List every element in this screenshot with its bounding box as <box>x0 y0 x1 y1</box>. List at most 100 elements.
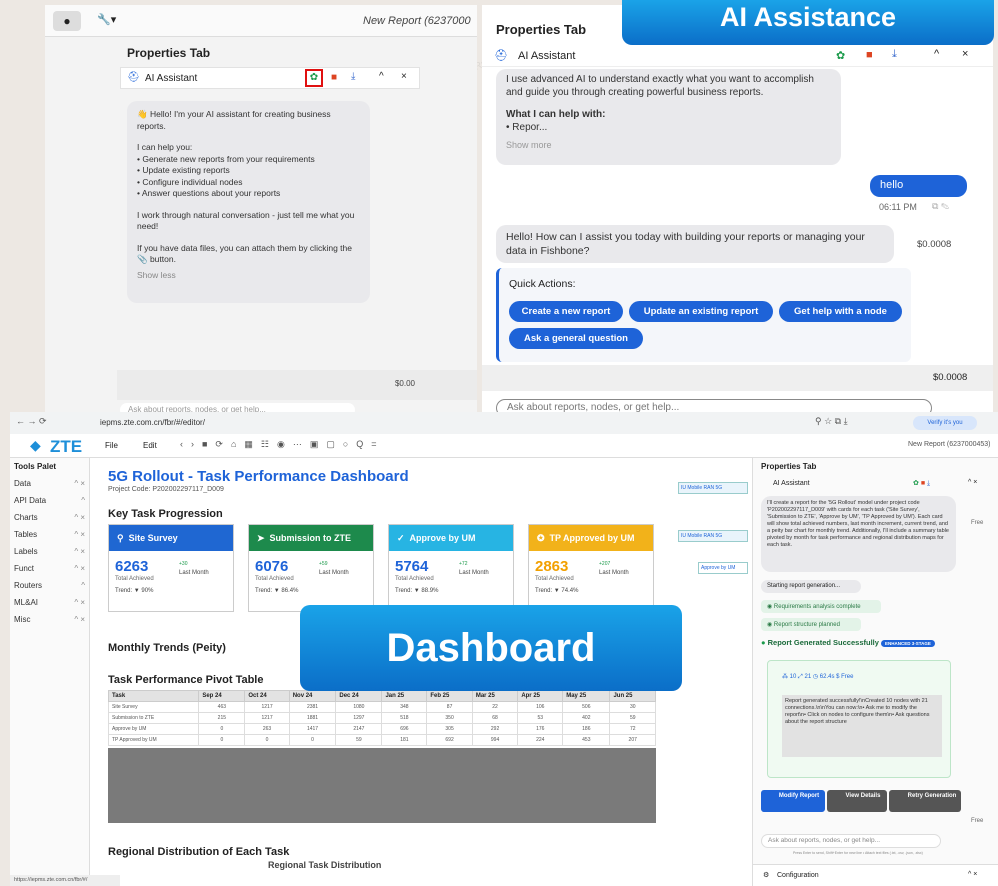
wrench-icon[interactable]: 🔧▾ <box>97 13 116 26</box>
pivot-cell: 0 <box>244 734 290 746</box>
plan-message: I'll create a report for the '5G Rollout… <box>761 496 956 572</box>
sidebar-item-routers[interactable]: Routers ^ <box>10 577 89 594</box>
settings-icon[interactable]: ✿ <box>305 69 323 87</box>
back-icon[interactable]: ← → ⟳ <box>16 416 47 427</box>
pivot-cell: 263 <box>244 723 290 735</box>
award-icon: ✪ <box>537 532 545 543</box>
pivot-header-cell[interactable]: Jan 25 <box>381 690 428 702</box>
pivot-header-cell[interactable]: Sep 24 <box>198 690 246 702</box>
settings-icon[interactable]: ✿ ■ ⤓ <box>913 479 930 488</box>
quick-actions: Quick Actions: Create a new report Updat… <box>496 268 911 362</box>
card-row: ⚲ Site Survey 6263 Total Achieved +30 Las… <box>108 524 668 612</box>
card-trend: Trend: ▼ 88.9% <box>395 588 439 594</box>
configuration-label: Configuration <box>777 872 819 879</box>
card-total-label: Total Achieved <box>115 576 154 582</box>
user-message: hello <box>870 175 967 197</box>
close-icon[interactable]: × <box>401 71 407 82</box>
total-cost: $0.0008 <box>933 372 968 383</box>
card-trend: Trend: ▼ 90% <box>115 588 154 594</box>
report-title: New Report (6237000 <box>363 15 471 27</box>
table-row: Submission to ZTE 215 1217 1881 1297 518 350 68… <box>107 712 656 724</box>
configuration-bar[interactable]: ⚙ Configuration ^ × <box>753 864 998 886</box>
collapse-icon[interactable]: ^ <box>379 71 384 82</box>
sidebar-item-mlai[interactable]: ML&AI ^ × <box>10 594 89 611</box>
pivot-cell: 186 <box>562 723 611 735</box>
pivot-header-cell[interactable]: May 25 <box>562 690 611 702</box>
card-total-label: Total Achieved <box>255 576 294 582</box>
sidebar-item-misc[interactable]: Misc ^ × <box>10 611 89 628</box>
card-header: ✓ Approve by UM <box>389 525 513 551</box>
view-details-button[interactable]: View Details <box>827 790 887 812</box>
create-report-button[interactable]: Create a new report <box>509 301 623 322</box>
pivot-cell: Site Survey <box>107 701 200 713</box>
update-report-button[interactable]: Update an existing report <box>629 301 773 322</box>
pivot-cell: 1417 <box>288 723 337 735</box>
pivot-header-cell[interactable]: Oct 24 <box>244 690 290 702</box>
copy-icon[interactable]: ⧉ ✎ <box>932 201 949 212</box>
sidebar-item-tables[interactable]: Tables ^ × <box>10 526 89 543</box>
welcome-bubble: 👋 Hello! I'm your AI assistant for creat… <box>127 101 370 303</box>
delete-icon[interactable]: ■ <box>866 49 873 61</box>
pivot-header-cell[interactable]: Mar 25 <box>471 690 519 702</box>
card-value: 6076 <box>255 558 289 575</box>
sidebar-item-funct[interactable]: Funct ^ × <box>10 560 89 577</box>
robot-icon: ⛑ <box>127 72 140 83</box>
app-toolbar: ◆ ZTE File Edit ‹›■⟳⌂▦☷◉⋯▣▢○Q= New Repor… <box>10 434 998 458</box>
card-trend: Trend: ▼ 86.4% <box>255 588 299 594</box>
collapse-icon[interactable]: ^ × <box>968 871 977 878</box>
pivot-cell: 518 <box>381 712 428 724</box>
flow-node[interactable]: Approve by UM <box>698 562 748 574</box>
card-value: 6263 <box>115 558 149 575</box>
retry-button[interactable]: Retry Generation <box>889 790 961 812</box>
help-node-button[interactable]: Get help with a node <box>779 301 902 322</box>
regional-title: Regional Distribution of Each Task <box>108 846 290 858</box>
delete-icon[interactable]: ■ <box>331 72 337 83</box>
show-more-link[interactable]: Show more <box>506 139 831 152</box>
sidebar-item-charts[interactable]: Charts ^ × <box>10 509 89 526</box>
collapse-icon[interactable]: ^ <box>934 48 939 60</box>
pivot-header-cell[interactable]: Jun 25 <box>609 690 656 702</box>
status-url: https://iepms.zte.com.cn/fbr/#/ <box>10 875 120 886</box>
pivot-cell: 59 <box>609 712 656 724</box>
intro-bubble: I use advanced AI to understand exactly … <box>496 69 841 165</box>
sidebar-item-api-data[interactable]: API Data ^ <box>10 492 89 509</box>
edit-menu[interactable]: Edit <box>143 441 157 450</box>
chat-input[interactable]: Ask about reports, nodes, or get help... <box>761 834 941 848</box>
pivot-header-cell[interactable]: Apr 25 <box>517 690 564 702</box>
check-icon: ✓ <box>397 532 405 543</box>
flow-node[interactable]: IU Mobile RAN 5G <box>678 482 748 494</box>
card-value: 2863 <box>535 558 569 575</box>
assistant-reply: Hello! How can I assist you today with b… <box>496 225 894 263</box>
toolbar-icons[interactable]: ‹›■⟳⌂▦☷◉⋯▣▢○Q= <box>180 439 385 450</box>
general-question-button[interactable]: Ask a general question <box>509 328 643 349</box>
sidebar-item-labels[interactable]: Labels ^ × <box>10 543 89 560</box>
pivot-header-cell[interactable]: Dec 24 <box>335 690 383 702</box>
url-text[interactable]: iepms.zte.com.cn/fbr/#/editor/ <box>100 418 205 427</box>
result-message: Report generated successfully!\nCreated … <box>782 695 942 757</box>
sidebar-item-data[interactable]: Data ^ × <box>10 475 89 492</box>
stats-row: ⁂ 10 ⤢ 21 ◷ 62.4s $ Free <box>782 674 854 680</box>
pivot-header-cell[interactable]: Task <box>107 690 200 702</box>
check-circle-icon: ◉ <box>767 604 774 610</box>
show-less-link[interactable]: Show less <box>137 270 360 282</box>
pivot-cell: 224 <box>517 734 564 746</box>
verify-button[interactable]: Verify it's you <box>913 416 977 430</box>
pivot-header-cell[interactable]: Nov 24 <box>288 690 337 702</box>
right-properties-panel: Properties Tab AI Assistant ✿ ■ ⤓ ^ × I'… <box>752 458 998 886</box>
close-icon[interactable]: ^ × <box>968 479 977 486</box>
bubble-line: • Update existing reports <box>137 165 230 175</box>
pivot-cell: 207 <box>609 734 656 746</box>
card-total-label: Total Achieved <box>395 576 434 582</box>
settings-icon[interactable]: ✿ <box>836 49 845 62</box>
card-increment: +207 <box>599 561 611 567</box>
pivot-header-cell[interactable]: Feb 25 <box>426 690 473 702</box>
modify-report-button[interactable]: Modify Report <box>761 790 825 812</box>
zoom-icon[interactable]: ⚲ ☆ ⧉ ⤓ <box>815 416 848 427</box>
download-icon[interactable]: ⤓ <box>892 48 897 61</box>
flow-node[interactable]: IU Mobile RAN 5G <box>678 530 748 542</box>
robot-icon[interactable]: ● <box>53 11 81 31</box>
download-icon[interactable]: ⤓ <box>351 71 355 82</box>
file-menu[interactable]: File <box>105 441 118 450</box>
close-icon[interactable]: × <box>962 48 968 60</box>
gear-icon: ⚙ <box>763 872 770 879</box>
